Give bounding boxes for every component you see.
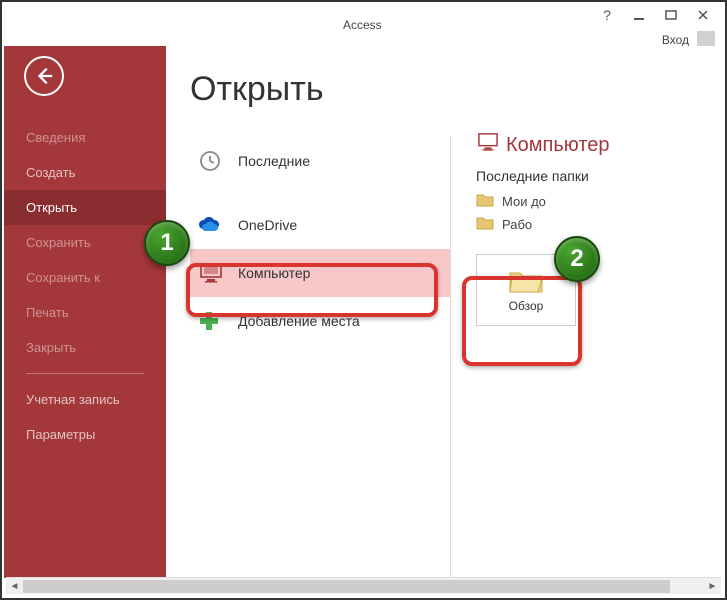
location-label: Компьютер bbox=[238, 265, 310, 281]
location-label: Добавление места bbox=[238, 313, 360, 329]
close-button[interactable] bbox=[687, 1, 719, 29]
computer-icon bbox=[476, 132, 506, 158]
page-title: Открыть bbox=[190, 70, 450, 109]
app-title: Access bbox=[343, 18, 382, 32]
sidebar-item-open[interactable]: Открыть bbox=[4, 190, 166, 225]
recent-folder-item[interactable]: Рабо bbox=[476, 213, 703, 236]
sidebar-item-new[interactable]: Создать bbox=[4, 155, 166, 190]
location-label: Последние bbox=[238, 153, 310, 169]
sidebar-item-info[interactable]: Сведения bbox=[4, 120, 166, 155]
folder-icon bbox=[476, 193, 502, 210]
main-area: Сведения Создать Открыть Сохранить Сохра… bbox=[4, 46, 723, 578]
titlebar: Access ? Вход bbox=[4, 4, 723, 46]
location-computer[interactable]: Компьютер bbox=[190, 249, 450, 297]
recent-folders-label: Последние папки bbox=[476, 168, 703, 184]
details-column: Компьютер Последние папки Мои до Рабо bbox=[450, 70, 703, 578]
sidebar: Сведения Создать Открыть Сохранить Сохра… bbox=[4, 46, 166, 578]
scroll-left-arrow[interactable]: ◄ bbox=[6, 579, 23, 594]
sidebar-separator bbox=[26, 373, 144, 374]
sidebar-item-options[interactable]: Параметры bbox=[4, 417, 166, 452]
sidebar-item-account[interactable]: Учетная запись bbox=[4, 382, 166, 417]
location-recent[interactable]: Последние bbox=[190, 137, 450, 185]
minimize-button[interactable] bbox=[623, 1, 655, 29]
folder-label: Мои до bbox=[502, 194, 546, 209]
sidebar-item-saveas[interactable]: Сохранить к bbox=[4, 260, 166, 295]
login-link[interactable]: Вход bbox=[662, 33, 689, 47]
content-area: Открыть Последние OneDrive bbox=[166, 46, 723, 578]
sidebar-item-print[interactable]: Печать bbox=[4, 295, 166, 330]
details-header-label: Компьютер bbox=[506, 134, 610, 157]
computer-icon bbox=[198, 262, 238, 284]
browse-label: Обзор bbox=[509, 299, 544, 313]
details-header: Компьютер bbox=[476, 132, 703, 158]
folder-open-icon bbox=[508, 267, 544, 295]
scroll-track[interactable] bbox=[23, 579, 704, 594]
help-button[interactable]: ? bbox=[591, 1, 623, 29]
scroll-thumb[interactable] bbox=[23, 580, 670, 593]
sidebar-item-close[interactable]: Закрыть bbox=[4, 330, 166, 365]
location-add-place[interactable]: Добавление места bbox=[190, 297, 450, 345]
browse-button[interactable]: Обзор bbox=[476, 254, 576, 326]
folder-label: Рабо bbox=[502, 217, 532, 232]
scroll-right-arrow[interactable]: ► bbox=[704, 579, 721, 594]
location-onedrive[interactable]: OneDrive bbox=[190, 201, 450, 249]
locations-column: Открыть Последние OneDrive bbox=[190, 70, 450, 578]
back-button[interactable] bbox=[24, 56, 64, 96]
restore-button[interactable] bbox=[655, 1, 687, 29]
sidebar-item-save[interactable]: Сохранить bbox=[4, 225, 166, 260]
location-label: OneDrive bbox=[238, 217, 297, 233]
backstage-window: Access ? Вход bbox=[4, 4, 723, 596]
clock-icon bbox=[198, 149, 238, 173]
onedrive-icon bbox=[198, 216, 238, 234]
recent-folder-item[interactable]: Мои до bbox=[476, 190, 703, 213]
horizontal-scrollbar[interactable]: ◄ ► bbox=[6, 577, 721, 594]
add-icon bbox=[198, 310, 238, 332]
folder-icon bbox=[476, 216, 502, 233]
